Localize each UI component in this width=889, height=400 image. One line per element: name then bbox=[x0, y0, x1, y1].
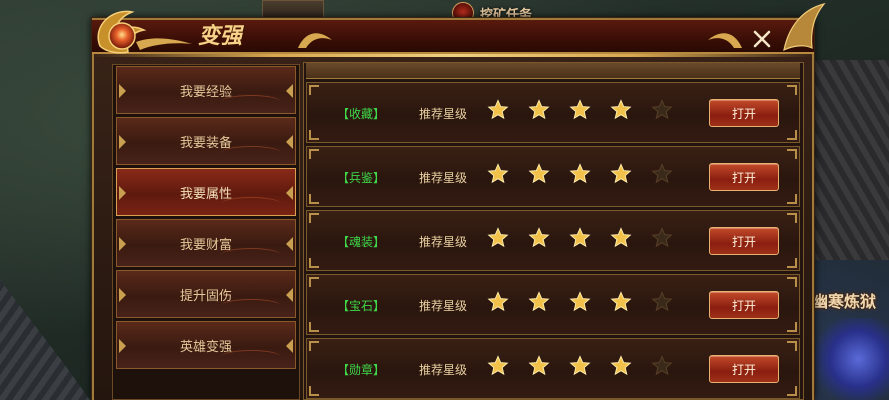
corner-ornament bbox=[309, 213, 319, 223]
sidebar-item-equipment[interactable]: 我要装备 bbox=[116, 117, 296, 165]
list-header-bar bbox=[306, 63, 800, 79]
swirl-ornament bbox=[221, 146, 281, 160]
star-rating bbox=[487, 163, 673, 187]
corner-ornament bbox=[787, 85, 797, 95]
star-filled-icon bbox=[487, 291, 509, 312]
list-item: 【魂装】 推荐星级 打开 bbox=[306, 210, 800, 271]
star-empty-icon bbox=[651, 163, 673, 184]
corner-ornament bbox=[309, 277, 319, 287]
star-filled-icon bbox=[610, 227, 632, 248]
star-filled-icon bbox=[569, 163, 591, 184]
corner-ornament bbox=[309, 322, 319, 332]
corner-ornament bbox=[787, 213, 797, 223]
star-filled-icon bbox=[610, 291, 632, 312]
star-filled-icon bbox=[610, 163, 632, 184]
star-empty-icon bbox=[651, 99, 673, 120]
close-icon bbox=[753, 30, 771, 48]
star-filled-icon bbox=[487, 227, 509, 248]
list-item: 【兵鉴】 推荐星级 打开 bbox=[306, 146, 800, 207]
swirl-ornament bbox=[221, 95, 281, 109]
star-filled-icon bbox=[610, 355, 632, 376]
open-button[interactable]: 打开 bbox=[709, 227, 779, 255]
rating-label: 推荐星级 bbox=[419, 299, 468, 313]
corner-ornament bbox=[309, 194, 319, 204]
star-filled-icon bbox=[528, 99, 550, 120]
star-filled-icon bbox=[487, 355, 509, 376]
star-filled-icon bbox=[569, 355, 591, 376]
star-filled-icon bbox=[569, 227, 591, 248]
sidebar-item-label: 提升固伤 bbox=[179, 288, 232, 304]
sidebar-item-label: 我要财富 bbox=[179, 237, 232, 253]
star-filled-icon bbox=[528, 163, 550, 184]
open-button[interactable]: 打开 bbox=[709, 99, 779, 127]
corner-ornament bbox=[787, 277, 797, 287]
sidebar-item-hero[interactable]: 英雄变强 bbox=[116, 321, 296, 369]
swirl-ornament bbox=[221, 350, 281, 364]
sidebar-item-label: 我要装备 bbox=[179, 135, 232, 151]
category-name: 【兵鉴】 bbox=[337, 171, 386, 185]
corner-ornament bbox=[787, 386, 797, 396]
category-name: 【魂装】 bbox=[337, 235, 386, 249]
star-rating bbox=[487, 99, 673, 123]
star-filled-icon bbox=[487, 99, 509, 120]
corner-ornament bbox=[309, 130, 319, 140]
corner-ornament bbox=[787, 149, 797, 159]
star-filled-icon bbox=[610, 99, 632, 120]
list-item: 【勋章】 推荐星级 打开 bbox=[306, 338, 800, 399]
open-button[interactable]: 打开 bbox=[709, 163, 779, 191]
star-filled-icon bbox=[569, 99, 591, 120]
corner-ornament bbox=[309, 258, 319, 268]
event-label[interactable]: 幽寒炼狱 bbox=[812, 288, 889, 328]
dragon-emblem-icon bbox=[97, 10, 192, 54]
star-empty-icon bbox=[651, 291, 673, 312]
star-filled-icon bbox=[528, 227, 550, 248]
rating-label: 推荐星级 bbox=[419, 235, 468, 249]
star-rating bbox=[487, 291, 673, 315]
swirl-ornament bbox=[221, 299, 281, 313]
title-ornament-left bbox=[298, 33, 332, 48]
star-filled-icon bbox=[528, 355, 550, 376]
category-name: 【勋章】 bbox=[337, 363, 386, 377]
corner-ornament bbox=[309, 149, 319, 159]
portal-effect bbox=[812, 318, 889, 400]
corner-ornament bbox=[309, 386, 319, 396]
corner-ornament bbox=[787, 194, 797, 204]
sidebar-item-wealth[interactable]: 我要财富 bbox=[116, 219, 296, 267]
sidebar-item-label: 我要经验 bbox=[179, 84, 232, 100]
list-item: 【宝石】 推荐星级 打开 bbox=[306, 274, 800, 335]
star-filled-icon bbox=[569, 291, 591, 312]
corner-ornament bbox=[787, 322, 797, 332]
swirl-ornament bbox=[221, 248, 281, 262]
star-filled-icon bbox=[487, 163, 509, 184]
open-button[interactable]: 打开 bbox=[709, 355, 779, 383]
corner-ornament bbox=[787, 341, 797, 351]
star-filled-icon bbox=[528, 291, 550, 312]
star-empty-icon bbox=[651, 355, 673, 376]
star-rating bbox=[487, 227, 673, 251]
sidebar-item-label: 英雄变强 bbox=[179, 339, 232, 355]
open-button[interactable]: 打开 bbox=[709, 291, 779, 319]
sidebar-item-label: 我要属性 bbox=[179, 186, 232, 202]
sidebar-item-attributes[interactable]: 我要属性 bbox=[116, 168, 296, 216]
window-title: 变强 bbox=[198, 23, 243, 49]
swirl-ornament bbox=[221, 197, 281, 211]
star-rating bbox=[487, 355, 673, 379]
rating-label: 推荐星级 bbox=[419, 363, 468, 377]
list-item: 【收藏】 推荐星级 打开 bbox=[306, 82, 800, 143]
corner-ornament bbox=[309, 85, 319, 95]
rating-label: 推荐星级 bbox=[419, 107, 468, 121]
category-name: 【宝石】 bbox=[337, 299, 386, 313]
window-wing-ornament bbox=[783, 2, 826, 52]
category-name: 【收藏】 bbox=[337, 107, 386, 121]
rating-label: 推荐星级 bbox=[419, 171, 468, 185]
sidebar-item-experience[interactable]: 我要经验 bbox=[116, 66, 296, 114]
corner-ornament bbox=[309, 341, 319, 351]
close-button[interactable] bbox=[738, 22, 786, 56]
star-empty-icon bbox=[651, 227, 673, 248]
sidebar-item-fixed-damage[interactable]: 提升固伤 bbox=[116, 270, 296, 318]
corner-ornament bbox=[787, 258, 797, 268]
corner-ornament bbox=[787, 130, 797, 140]
